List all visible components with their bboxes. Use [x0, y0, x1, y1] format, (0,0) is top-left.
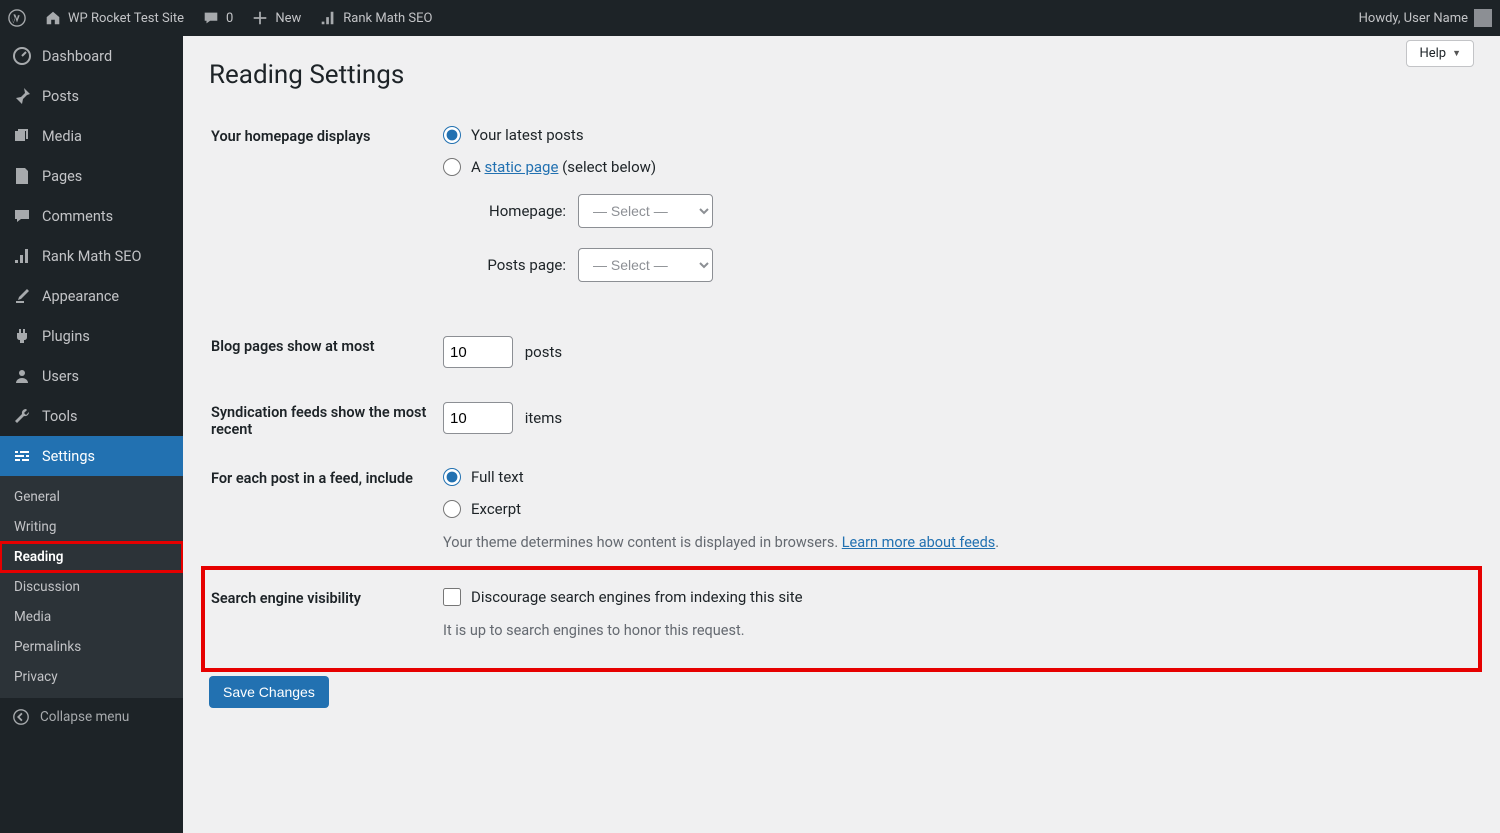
help-label: Help: [1419, 46, 1446, 61]
pin-icon: [12, 86, 32, 106]
submenu-reading[interactable]: Reading: [0, 542, 183, 572]
seo-label: Rank Math SEO: [343, 11, 432, 26]
comments-count: 0: [226, 11, 233, 26]
wp-logo[interactable]: [8, 9, 26, 27]
collapse-menu[interactable]: Collapse menu: [0, 698, 183, 736]
row-label-homepage: Your homepage displays: [211, 114, 441, 322]
plug-icon: [12, 326, 32, 346]
discourage-checkbox[interactable]: [443, 588, 461, 606]
radio-static-page[interactable]: [443, 158, 461, 176]
posts-page-select-label: Posts page:: [471, 256, 566, 274]
homepage-select[interactable]: — Select —: [578, 194, 713, 228]
submenu-privacy[interactable]: Privacy: [0, 662, 183, 692]
search-visibility-desc: It is up to search engines to honor this…: [443, 620, 1472, 642]
sliders-icon: [12, 446, 32, 466]
feeds-input[interactable]: [443, 402, 513, 434]
row-label-feeds: Syndication feeds show the most recent: [211, 390, 441, 454]
page-title: Reading Settings: [209, 60, 1474, 90]
menu-label: Settings: [42, 448, 95, 465]
sidebar-item-tools[interactable]: Tools: [0, 396, 183, 436]
menu-label: Users: [42, 368, 79, 385]
menu-label: Dashboard: [42, 48, 112, 65]
radio-full-text[interactable]: [443, 468, 461, 486]
feed-desc: Your theme determines how content is dis…: [443, 532, 1472, 554]
radio-excerpt[interactable]: [443, 500, 461, 518]
row-label-search-visibility: Search engine visibility: [211, 576, 441, 662]
blog-pages-input[interactable]: [443, 336, 513, 368]
radio-label-excerpt: Excerpt: [471, 500, 521, 518]
posts-page-select[interactable]: — Select —: [578, 248, 713, 282]
discourage-label: Discourage search engines from indexing …: [471, 588, 803, 606]
collapse-icon: [12, 708, 30, 726]
submenu-writing[interactable]: Writing: [0, 512, 183, 542]
unit-posts: posts: [525, 343, 562, 361]
comments-link[interactable]: 0: [202, 9, 233, 27]
collapse-label: Collapse menu: [40, 709, 129, 725]
sidebar-item-plugins[interactable]: Plugins: [0, 316, 183, 356]
unit-items: items: [525, 409, 562, 427]
sidebar-item-users[interactable]: Users: [0, 356, 183, 396]
radio-label-fulltext: Full text: [471, 468, 524, 486]
menu-label: Comments: [42, 208, 113, 225]
wrench-icon: [12, 406, 32, 426]
sidebar-item-media[interactable]: Media: [0, 116, 183, 156]
site-title: WP Rocket Test Site: [68, 11, 184, 26]
sidebar-item-settings[interactable]: Settings: [0, 436, 183, 476]
site-link[interactable]: WP Rocket Test Site: [44, 9, 184, 27]
account-link[interactable]: Howdy, User Name: [1359, 9, 1492, 27]
menu-label: Posts: [42, 88, 79, 105]
radio-label-latest: Your latest posts: [471, 126, 584, 144]
dashboard-icon: [12, 46, 32, 66]
static-page-link[interactable]: static page: [485, 158, 559, 176]
menu-label: Media: [42, 128, 82, 145]
greeting: Howdy, User Name: [1359, 11, 1468, 26]
homepage-select-label: Homepage:: [471, 202, 566, 220]
new-link[interactable]: New: [251, 9, 301, 27]
row-label-feed-content: For each post in a feed, include: [211, 456, 441, 574]
brush-icon: [12, 286, 32, 306]
menu-label: Appearance: [42, 288, 119, 305]
menu-label: Rank Math SEO: [42, 248, 141, 265]
chart-icon: [12, 246, 32, 266]
sidebar-item-comments[interactable]: Comments: [0, 196, 183, 236]
menu-label: Pages: [42, 168, 82, 185]
new-label: New: [275, 11, 301, 26]
help-tab[interactable]: Help ▼: [1406, 40, 1474, 67]
sidebar-item-appearance[interactable]: Appearance: [0, 276, 183, 316]
chevron-down-icon: ▼: [1452, 48, 1461, 59]
radio-latest-posts[interactable]: [443, 126, 461, 144]
row-label-blog-pages: Blog pages show at most: [211, 324, 441, 388]
seo-link[interactable]: Rank Math SEO: [319, 9, 432, 27]
submenu-permalinks[interactable]: Permalinks: [0, 632, 183, 662]
menu-label: Plugins: [42, 328, 90, 345]
user-icon: [12, 366, 32, 386]
radio-label-static: A static page (select below): [471, 158, 656, 176]
comments-icon: [12, 206, 32, 226]
submenu-discussion[interactable]: Discussion: [0, 572, 183, 602]
sidebar-item-posts[interactable]: Posts: [0, 76, 183, 116]
menu-label: Tools: [42, 408, 78, 425]
submenu-media[interactable]: Media: [0, 602, 183, 632]
pages-icon: [12, 166, 32, 186]
sidebar-item-pages[interactable]: Pages: [0, 156, 183, 196]
sidebar-item-seo[interactable]: Rank Math SEO: [0, 236, 183, 276]
avatar: [1474, 9, 1492, 27]
learn-more-feeds-link[interactable]: Learn more about feeds: [842, 534, 996, 551]
save-button[interactable]: Save Changes: [209, 676, 329, 708]
media-icon: [12, 126, 32, 146]
sidebar-item-dashboard[interactable]: Dashboard: [0, 36, 183, 76]
submenu-general[interactable]: General: [0, 482, 183, 512]
